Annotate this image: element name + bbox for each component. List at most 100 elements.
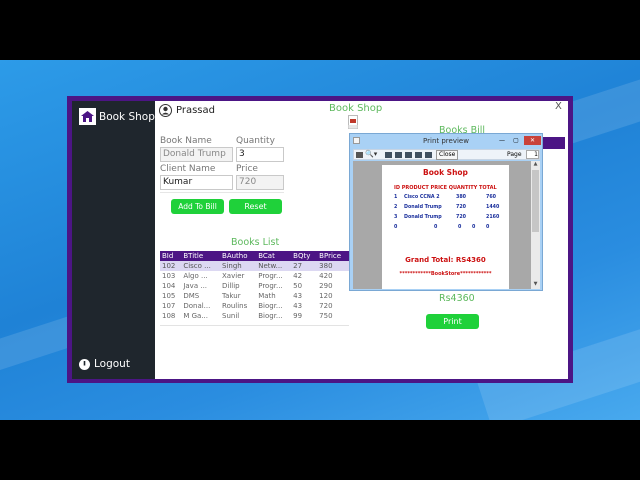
table-cell: Cisco ... [181, 261, 221, 271]
book-name-label: Book Name [160, 136, 212, 146]
book-icon [348, 115, 358, 129]
table-cell: 104 [162, 282, 176, 290]
three-page-icon[interactable] [405, 152, 412, 158]
table-cell: Xavier [222, 272, 245, 280]
doc-cell: 0 [472, 225, 476, 230]
six-page-icon[interactable] [425, 152, 432, 158]
books-table-header: BId BTitle BAutho BCat BQty BPrice [160, 251, 349, 261]
add-to-bill-button[interactable]: Add To Bill [171, 199, 224, 214]
table-cell: Singh [220, 261, 257, 271]
brand: Book Shop [79, 108, 155, 125]
doc-cell: 760 [486, 195, 497, 200]
app-title: Book Shop [99, 110, 155, 123]
table-cell: Donal... [183, 302, 211, 310]
books-list-title: Books List [231, 237, 280, 248]
doc-cell: 0 [486, 225, 490, 230]
book-name-field[interactable]: Donald Trump [160, 147, 233, 162]
doc-cell: Donald Trump [404, 205, 442, 210]
doc-cell: 1 [394, 195, 398, 200]
table-row[interactable]: 102 Cisco ... Singh Netw... 27 380 [160, 261, 349, 271]
print-icon[interactable] [356, 152, 363, 158]
price-field[interactable]: 720 [236, 175, 284, 190]
price-label: Price [236, 164, 258, 174]
four-page-icon[interactable] [415, 152, 422, 158]
zoom-icon[interactable]: 🔍▾ [365, 150, 377, 158]
header-title: Book Shop [329, 103, 383, 114]
table-row[interactable]: 105 DMS Takur Math 43 120 [160, 291, 349, 301]
scroll-thumb[interactable] [532, 170, 539, 232]
column-header[interactable]: BAutho [220, 251, 257, 261]
table-cell: 720 [319, 302, 333, 310]
table-cell: 750 [319, 312, 333, 320]
column-header[interactable]: BId [160, 251, 182, 261]
preview-page: Book Shop ID PRODUCT PRICE QUANTITY TOTA… [382, 165, 509, 289]
close-button[interactable]: X [555, 101, 562, 112]
table-cell: 42 [293, 272, 303, 280]
bill-total: Rs4360 [439, 293, 475, 304]
reset-button[interactable]: Reset [229, 199, 282, 214]
table-cell: Progr... [258, 282, 283, 290]
table-cell: Netw... [256, 261, 292, 271]
doc-cell: 0 [434, 225, 438, 230]
table-cell: 108 [162, 312, 176, 320]
table-cell: Sunil [222, 312, 240, 320]
doc-cell: 0 [458, 225, 462, 230]
doc-cell: 1440 [486, 205, 500, 210]
table-cell: 120 [319, 292, 333, 300]
column-header[interactable]: BCat [256, 251, 292, 261]
table-cell: Algo ... [183, 272, 208, 280]
table-row[interactable]: 107 Donal... Roulins Biogr... 43 720 [160, 301, 349, 311]
doc-cell: 380 [456, 195, 467, 200]
preview-close-button[interactable]: Close [436, 150, 459, 160]
page-label: Page [507, 151, 522, 158]
table-row[interactable]: 103 Algo ... Xavier Progr... 42 420 [160, 271, 349, 281]
doc-footer: ************BookStore************ [399, 271, 492, 277]
table-row[interactable]: 108 M Ga... Sunil Biogr... 99 750 [160, 311, 349, 321]
table-divider [160, 325, 349, 326]
minimize-button[interactable]: — [496, 136, 508, 145]
doc-cell: 720 [456, 205, 467, 210]
maximize-button[interactable]: ▢ [510, 136, 522, 145]
shop-logo-icon [79, 108, 96, 125]
column-header[interactable]: BQty [291, 251, 318, 261]
logout-button[interactable]: Logout [79, 358, 130, 370]
window-close-button[interactable]: ✕ [524, 136, 541, 145]
two-page-icon[interactable] [395, 152, 402, 158]
scroll-down-arrow[interactable]: ▼ [531, 281, 540, 289]
doc-cell: 720 [456, 215, 467, 220]
table-cell: 50 [293, 282, 303, 290]
doc-cell: 2 [394, 205, 398, 210]
column-header[interactable]: BTitle [181, 251, 221, 261]
table-cell: DMS [183, 292, 200, 300]
quantity-label: Quantity [236, 136, 275, 146]
scroll-up-arrow[interactable]: ▲ [531, 161, 540, 169]
logout-label: Logout [94, 358, 130, 370]
grand-total: Grand Total: RS4360 [405, 256, 486, 264]
table-cell: 105 [162, 292, 176, 300]
column-header[interactable]: BPrice [317, 251, 349, 261]
table-cell: 420 [319, 272, 333, 280]
table-cell: Biogr... [258, 312, 283, 320]
quantity-field[interactable]: 3 [236, 147, 284, 162]
table-cell: 290 [319, 282, 333, 290]
table-cell: 27 [291, 261, 318, 271]
table-cell: 43 [293, 292, 303, 300]
preview-scrollbar[interactable]: ▲ ▼ [531, 161, 540, 289]
table-cell: Java ... [183, 282, 208, 290]
doc-cell: Donald Trump [404, 215, 442, 220]
user-info: Prassad [159, 104, 215, 117]
table-cell: Biogr... [258, 302, 283, 310]
print-preview-window: Print preview — ▢ ✕ 🔍▾ Close Page 1 Book… [349, 133, 543, 291]
one-page-icon[interactable] [385, 152, 392, 158]
preview-area: Book Shop ID PRODUCT PRICE QUANTITY TOTA… [353, 161, 531, 289]
doc-cell: Cisco CCNA 2 [404, 195, 440, 200]
table-cell: 380 [317, 261, 349, 271]
client-name-field[interactable]: Kumar [160, 175, 233, 190]
doc-cell: 0 [394, 225, 398, 230]
books-table: BId BTitle BAutho BCat BQty BPrice 102 C… [160, 251, 349, 321]
table-row[interactable]: 104 Java ... Dillip Progr... 50 290 [160, 281, 349, 291]
table-cell: 99 [293, 312, 303, 320]
print-button[interactable]: Print [426, 314, 479, 329]
page-number-input[interactable]: 1 [526, 150, 539, 159]
form-divider [160, 192, 284, 193]
